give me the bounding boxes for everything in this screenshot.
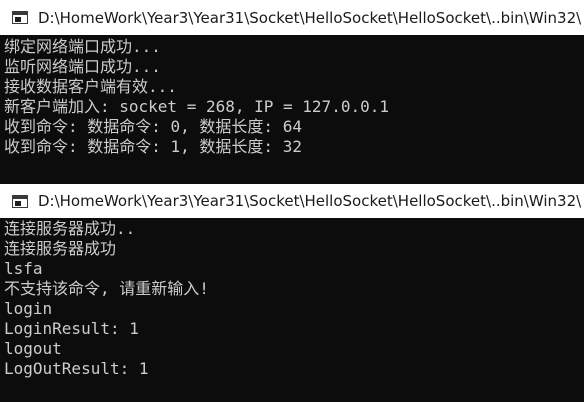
client-window-titlebar[interactable]: D:\HomeWork\Year3\Year31\Socket\HelloSoc… <box>0 184 584 218</box>
console-line: logout <box>4 339 62 358</box>
server-window-titlebar[interactable]: D:\HomeWork\Year3\Year31\Socket\HelloSoc… <box>0 0 584 35</box>
console-line: 收到命令: 数据命令: 0, 数据长度: 64 <box>4 117 302 136</box>
console-line: lsfa <box>4 259 43 278</box>
server-console-output: 绑定网络端口成功... 监听网络端口成功... 接收数据客户端有效... 新客户… <box>0 35 584 162</box>
console-window-icon <box>12 194 28 208</box>
client-window-title: D:\HomeWork\Year3\Year31\Socket\HelloSoc… <box>38 192 582 210</box>
console-line: login <box>4 299 53 318</box>
client-console-output[interactable]: 连接服务器成功.. 连接服务器成功 lsfa 不支持该命令, 请重新输入! lo… <box>0 218 584 402</box>
console-line: 连接服务器成功.. <box>4 219 136 238</box>
client-console-window[interactable]: D:\HomeWork\Year3\Year31\Socket\HelloSoc… <box>0 184 584 402</box>
console-line: LogOutResult: 1 <box>4 359 149 378</box>
background-gap <box>0 162 584 184</box>
server-console-window[interactable]: D:\HomeWork\Year3\Year31\Socket\HelloSoc… <box>0 0 584 162</box>
server-window-title: D:\HomeWork\Year3\Year31\Socket\HelloSoc… <box>38 8 582 27</box>
console-line: 绑定网络端口成功... <box>4 37 161 56</box>
console-line: 监听网络端口成功... <box>4 57 161 76</box>
console-line: 新客户端加入: socket = 268, IP = 127.0.0.1 <box>4 97 389 116</box>
console-line: 连接服务器成功 <box>4 239 117 258</box>
console-line: 不支持该命令, 请重新输入! <box>4 279 209 298</box>
console-line: LoginResult: 1 <box>4 319 139 338</box>
console-window-icon <box>12 11 28 24</box>
console-line: 收到命令: 数据命令: 1, 数据长度: 32 <box>4 137 302 156</box>
console-line: 接收数据客户端有效... <box>4 77 177 96</box>
